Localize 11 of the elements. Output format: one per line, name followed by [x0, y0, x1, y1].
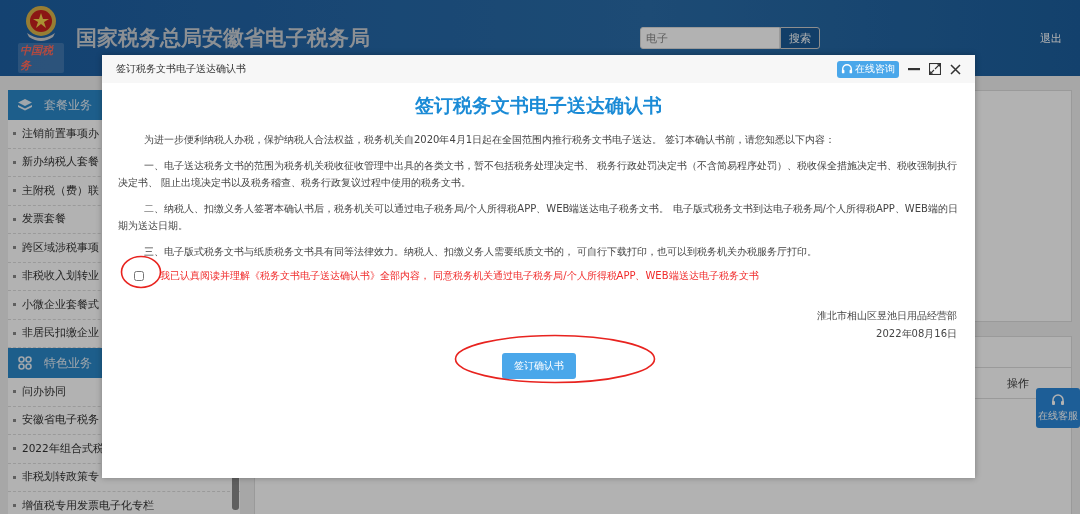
sign-date: 2022年08月16日 — [876, 327, 957, 341]
signer-name: 淮北市相山区昱池日用品经营部 — [817, 309, 957, 323]
paragraph: 三、电子版式税务文书与纸质税务文书具有同等法律效力。纳税人、扣缴义务人需要纸质文书的， 可自行下载打印，也可以到税务机关办税服务厅打印。 — [143, 245, 819, 259]
column-header: 操作 — [1007, 375, 1029, 391]
site-title: 国家税务总局安徽省电子税务局 — [76, 25, 370, 52]
dialog-heading: 签订税务文书电子送达确认书 — [414, 93, 663, 118]
paragraph: 为进一步便利纳税人办税，保护纳税人合法权益，税务机关自2020年4月1日起在全国范围内推行税务文书电子送达。 签订本确认书前，请您知悉以下内容： — [143, 133, 837, 147]
paragraph: 一、电子送达税务文书的范围为税务机关税收征收管理中出具的各类文书，暂不包括税务处理决定书、 税务行政处罚决定书（不含简易程序处罚）、税收保全措施决定书、税收强制执行决定书、 阻止出境决定书以及税务稽查、税务行政复议过程中使用的税务文书。 — [118, 159, 959, 190]
dialog-title: 签订税务文书电子送达确认书 — [116, 62, 246, 76]
paragraph: 二、纳税人、扣缴义务人签署本确认书后，税务机关可以通过电子税务局/个人所得税APP、WEB端送达电子税务文书。 电子版式税务文书到达电子税务局/个人所得税APP、WEB端的日期为送达日期。 — [118, 202, 959, 233]
agreement-text: 我已认真阅读并理解《税务文书电子送达确认书》全部内容， 同意税务机关通过电子税务局/个人所得税APP、WEB端送达电子税务文书 — [160, 269, 759, 283]
